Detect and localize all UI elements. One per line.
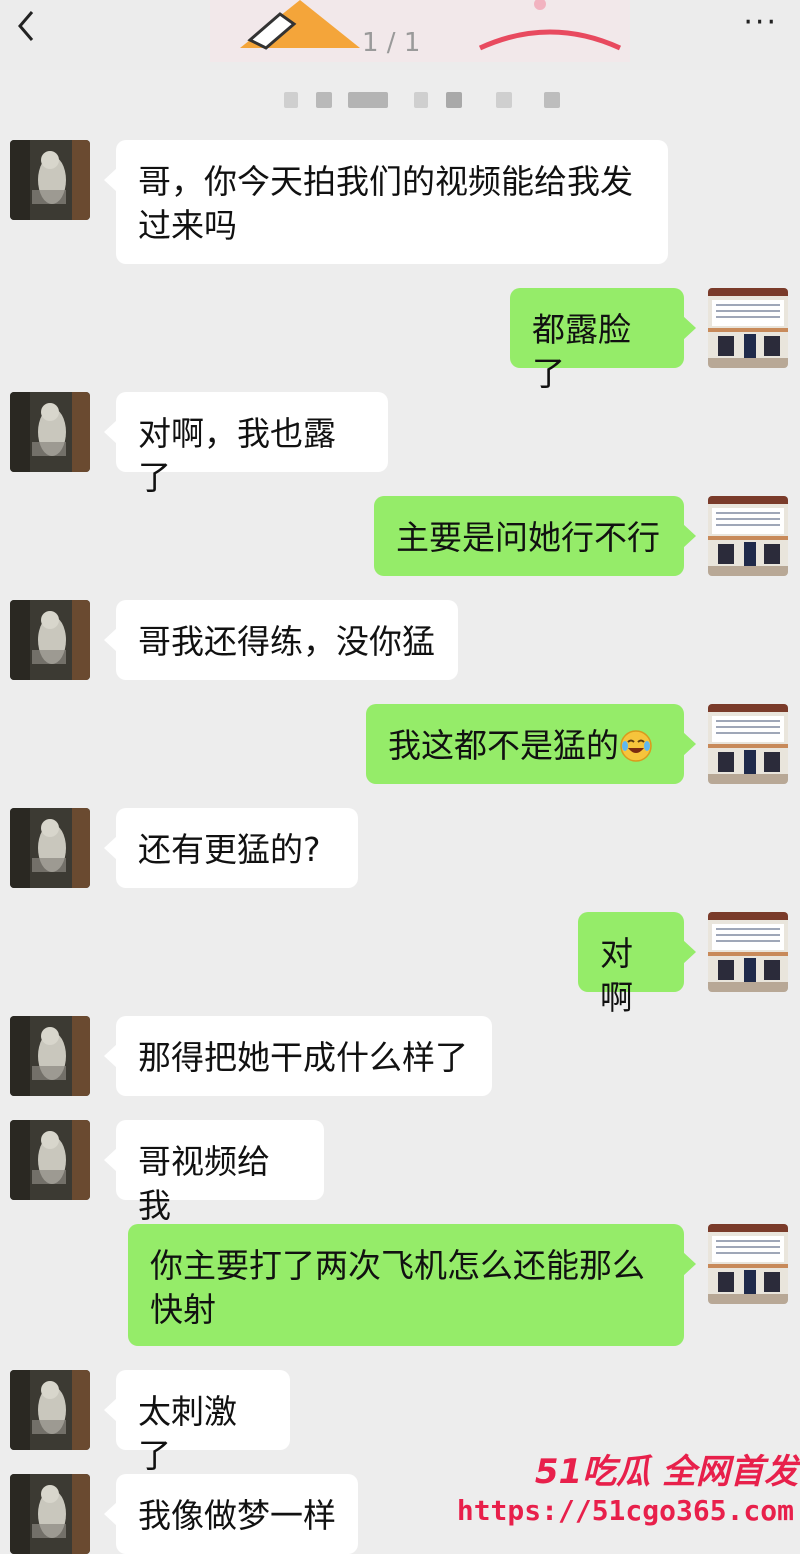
outgoing-message-bubble[interactable]: 主要是问她行不行 [374,496,696,576]
contact-avatar[interactable] [10,1474,90,1554]
my-avatar[interactable] [708,496,788,576]
my-avatar[interactable] [708,288,788,368]
chat-header: 1 / 1 ··· [0,0,800,70]
incoming-message-bubble[interactable]: 哥，你今天拍我们的视频能给我发过来吗 [104,140,668,264]
outgoing-message-bubble[interactable]: 我这都不是猛的 [366,704,696,784]
contact-avatar[interactable] [10,1016,90,1096]
my-avatar[interactable] [708,704,788,784]
outgoing-message-bubble[interactable]: 都露脸了 [510,288,696,393]
back-arrow-icon[interactable] [10,6,42,46]
blurred-name [348,92,388,108]
contact-avatar[interactable] [10,1120,90,1200]
blurred-name [284,92,298,108]
my-avatar[interactable] [708,1224,788,1304]
blurred-name [446,92,462,108]
outgoing-message-bubble[interactable]: 对啊 [578,912,696,1017]
incoming-message-bubble[interactable]: 我像做梦一样 [104,1474,358,1554]
contact-avatar[interactable] [10,808,90,888]
crying-laughing-emoji-icon [620,730,652,762]
outgoing-message-bubble[interactable]: 你主要打了两次飞机怎么还能那么快射 [128,1224,696,1346]
watermark: 51吃瓜 全网首发 https://51cgo365.com [457,1438,800,1538]
blurred-name [414,92,428,108]
contact-avatar[interactable] [10,600,90,680]
incoming-message-bubble[interactable]: 哥我还得练，没你猛 [104,600,458,680]
incoming-message-bubble[interactable]: 那得把她干成什么样了 [104,1016,492,1096]
contact-avatar[interactable] [10,1370,90,1450]
watermark-url: https://51cgo365.com [456,1494,794,1527]
blurred-name [316,92,332,108]
my-avatar[interactable] [708,912,788,992]
more-options-icon[interactable]: ··· [743,8,778,38]
page-counter: 1 / 1 [362,28,421,58]
contact-avatar[interactable] [10,140,90,220]
contact-avatar[interactable] [10,392,90,472]
blurred-name [496,92,512,108]
message-text: 我这都不是猛的 [388,726,619,765]
incoming-message-bubble[interactable]: 太刺激了 [104,1370,290,1475]
incoming-message-bubble[interactable]: 对啊，我也露了 [104,392,388,497]
incoming-message-bubble[interactable]: 哥视频给我 [104,1120,324,1225]
blurred-name [544,92,560,108]
watermark-title: 51吃瓜 全网首发 [534,1452,798,1492]
incoming-message-bubble[interactable]: 还有更猛的? [104,808,358,888]
